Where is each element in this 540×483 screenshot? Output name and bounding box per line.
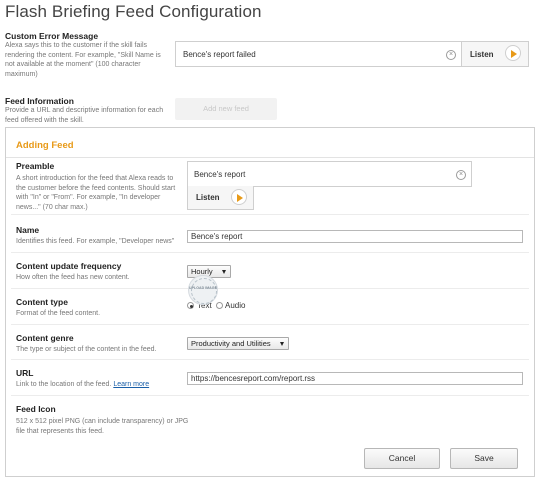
error-listen-button[interactable]: Listen — [461, 42, 528, 66]
upload-image-icon[interactable]: UPLOAD IMAGE — [188, 275, 218, 305]
name-description: Identifies this feed. For example, "Deve… — [16, 238, 175, 245]
genre-label: Content genre — [16, 333, 74, 343]
add-new-feed-button[interactable]: Add new feed — [175, 98, 277, 120]
listen-label: Listen — [196, 193, 220, 202]
clear-icon[interactable]: × — [446, 50, 456, 60]
chevron-down-icon — [280, 342, 284, 346]
clear-icon[interactable]: × — [456, 170, 466, 180]
learn-more-link[interactable]: Learn more — [113, 381, 149, 388]
url-label: URL — [16, 368, 34, 378]
feed-icon-label: Feed Icon — [16, 404, 56, 414]
feed-info-title: Feed Information — [5, 96, 74, 106]
name-input[interactable]: Bence's report — [187, 230, 523, 243]
url-description: Link to the location of the feed. Learn … — [16, 380, 191, 390]
radio-audio[interactable] — [216, 302, 223, 309]
row-divider — [11, 359, 529, 360]
row-divider — [11, 324, 529, 325]
preamble-listen-button[interactable]: Listen — [187, 186, 254, 210]
frequency-label: Content update frequency — [16, 261, 122, 271]
cancel-button[interactable]: Cancel — [364, 448, 440, 469]
url-description-text: Link to the location of the feed. — [16, 381, 112, 388]
preamble-description: A short introduction for the feed that A… — [16, 175, 176, 211]
content-type-description: Format of the feed content. — [16, 310, 101, 317]
row-divider — [11, 214, 529, 215]
error-message-input[interactable] — [176, 42, 461, 66]
genre-value: Productivity and Utilities — [191, 339, 271, 348]
save-button[interactable]: Save — [450, 448, 518, 469]
row-divider — [11, 252, 529, 253]
genre-select[interactable]: Productivity and Utilities — [187, 337, 289, 350]
row-divider — [11, 288, 529, 289]
adding-feed-panel: Adding Feed Preamble A short introductio… — [5, 127, 535, 477]
preamble-input[interactable]: Bence's report × — [187, 161, 472, 187]
play-icon — [505, 45, 521, 61]
error-message-box: × Listen — [175, 41, 529, 67]
name-label: Name — [16, 225, 40, 235]
feed-icon-description: 512 x 512 pixel PNG (can include transpa… — [16, 418, 189, 435]
row-divider — [11, 395, 529, 396]
radio-text[interactable] — [187, 302, 194, 309]
error-section-title: Custom Error Message — [5, 31, 99, 41]
preamble-label: Preamble — [16, 161, 55, 171]
upload-label: UPLOAD IMAGE — [189, 286, 217, 290]
frequency-description: How often the feed has new content. — [16, 274, 130, 281]
preamble-value: Bence's report — [194, 170, 246, 179]
feed-info-description: Provide a URL and descriptive informatio… — [5, 107, 164, 124]
play-icon — [231, 189, 247, 205]
url-input[interactable]: https://bencesreport.com/report.rss — [187, 372, 523, 385]
genre-description: The type or subject of the content in th… — [16, 346, 157, 353]
adding-feed-title: Adding Feed — [16, 140, 74, 151]
chevron-down-icon — [222, 270, 226, 274]
panel-divider — [6, 157, 534, 158]
radio-audio-label: Audio — [225, 301, 246, 310]
error-section-description: Alexa says this to the customer if the s… — [5, 42, 161, 78]
page-title: Flash Briefing Feed Configuration — [5, 2, 262, 21]
listen-label: Listen — [470, 50, 494, 59]
content-type-label: Content type — [16, 297, 68, 307]
